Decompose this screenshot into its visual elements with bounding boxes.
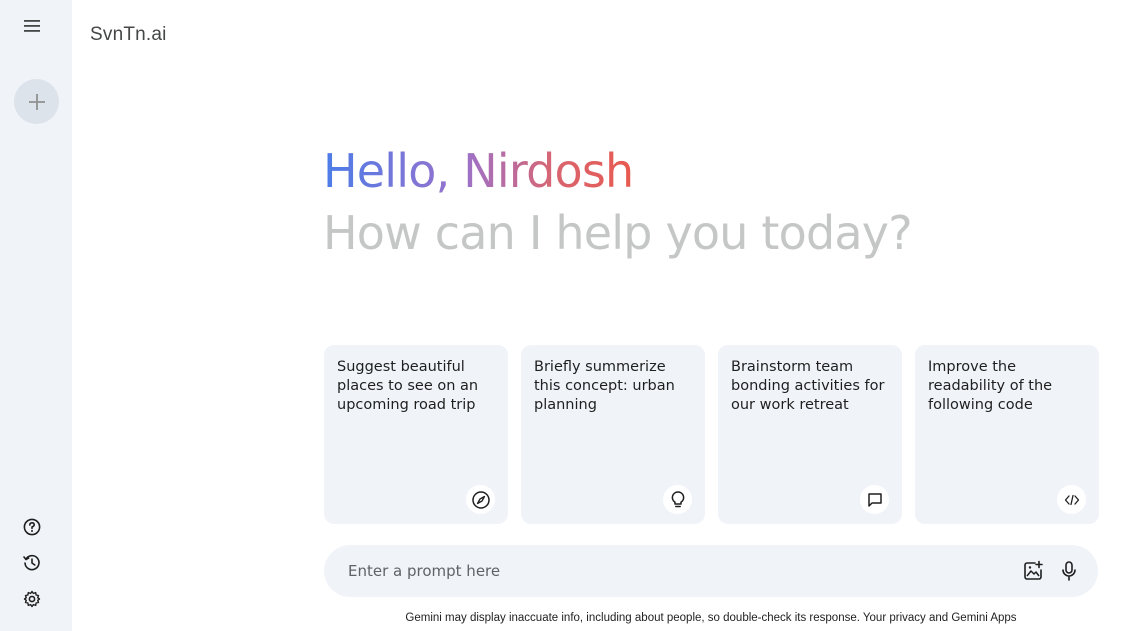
add-image-icon [1024, 560, 1043, 580]
settings-button[interactable] [20, 587, 44, 611]
disclaimer-text: Gemini may display inaccuate info, inclu… [405, 612, 1017, 624]
suggestion-cards: Suggest beautiful places to see on an up… [324, 345, 1099, 524]
code-icon [1064, 494, 1079, 505]
sidebar [0, 0, 72, 631]
help-icon [23, 518, 41, 536]
card-text: Suggest beautiful places to see on an up… [337, 359, 479, 413]
compass-icon [471, 490, 490, 509]
menu-button[interactable] [18, 12, 46, 40]
suggestion-card-code-readability[interactable]: Improve the readability of the following… [915, 345, 1099, 524]
card-text: Improve the readability of the following… [928, 359, 1053, 413]
suggestion-card-urban-planning[interactable]: Briefly summerize this concept: urban pl… [521, 345, 705, 524]
greeting-subtitle: How can I help you today? [323, 206, 913, 260]
card-icon-wrap [663, 485, 692, 514]
settings-icon [23, 590, 41, 608]
brand-title: SvnTn.ai [90, 24, 167, 45]
card-icon-wrap [466, 485, 495, 514]
history-button[interactable] [20, 551, 44, 575]
suggestion-card-road-trip[interactable]: Suggest beautiful places to see on an up… [324, 345, 508, 524]
prompt-bar [324, 545, 1098, 597]
greeting-hello: Hello, Nirdosh [323, 140, 634, 202]
greeting: Hello, Nirdosh How can I help you today? [323, 140, 913, 264]
card-text: Brainstorm team bonding activities for o… [731, 359, 885, 413]
app-root: SvnTn.ai Hello, Nirdosh How can I help y… [0, 0, 1129, 631]
card-text: Briefly summerize this concept: urban pl… [534, 359, 675, 413]
new-chat-button[interactable] [14, 79, 59, 124]
plus-icon [28, 93, 45, 110]
history-icon [23, 554, 40, 571]
suggestion-card-team-bonding[interactable]: Brainstorm team bonding activities for o… [718, 345, 902, 524]
chat-icon [867, 492, 882, 507]
card-icon-wrap [1057, 485, 1086, 514]
lightbulb-icon [671, 490, 684, 507]
add-image-button[interactable] [1021, 559, 1045, 583]
card-icon-wrap [860, 485, 889, 514]
help-button[interactable] [20, 515, 44, 539]
microphone-icon [1062, 561, 1076, 581]
prompt-input[interactable] [348, 545, 1008, 597]
microphone-button[interactable] [1057, 559, 1081, 583]
menu-icon [24, 20, 40, 32]
